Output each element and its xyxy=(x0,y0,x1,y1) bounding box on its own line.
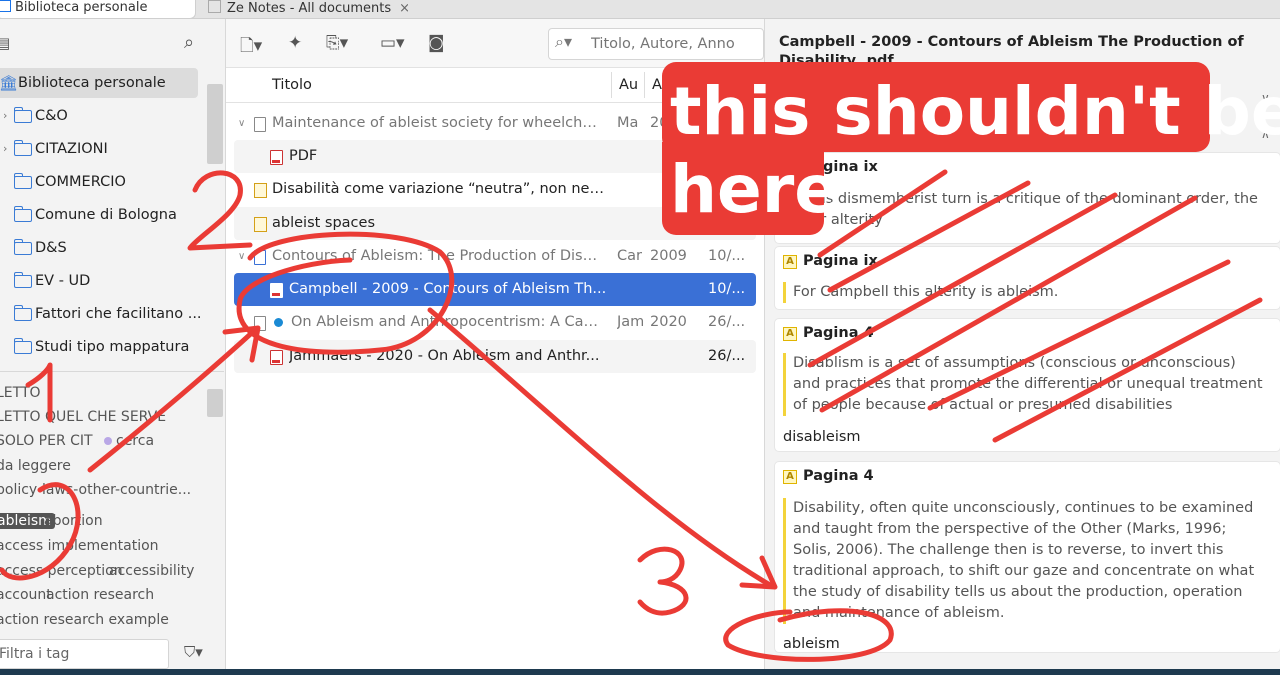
callout-line-2: here xyxy=(670,151,840,228)
annotation-callout: this shouldn't be here xyxy=(662,62,1280,235)
arrow-pdf-to-annotation xyxy=(427,307,773,588)
circle-around-pdf xyxy=(236,231,455,355)
arrow-tag-to-pdf xyxy=(87,327,258,473)
callout-line-1: this shouldn't be xyxy=(670,73,1280,150)
number-2-stroke xyxy=(187,170,253,251)
number-1-stroke xyxy=(25,362,53,423)
circle-around-annotation-tag xyxy=(723,608,894,662)
scratch-line xyxy=(927,259,1231,411)
circle-around-tag xyxy=(0,482,81,581)
scratch-line xyxy=(992,297,1263,443)
number-3-stroke xyxy=(637,546,689,616)
